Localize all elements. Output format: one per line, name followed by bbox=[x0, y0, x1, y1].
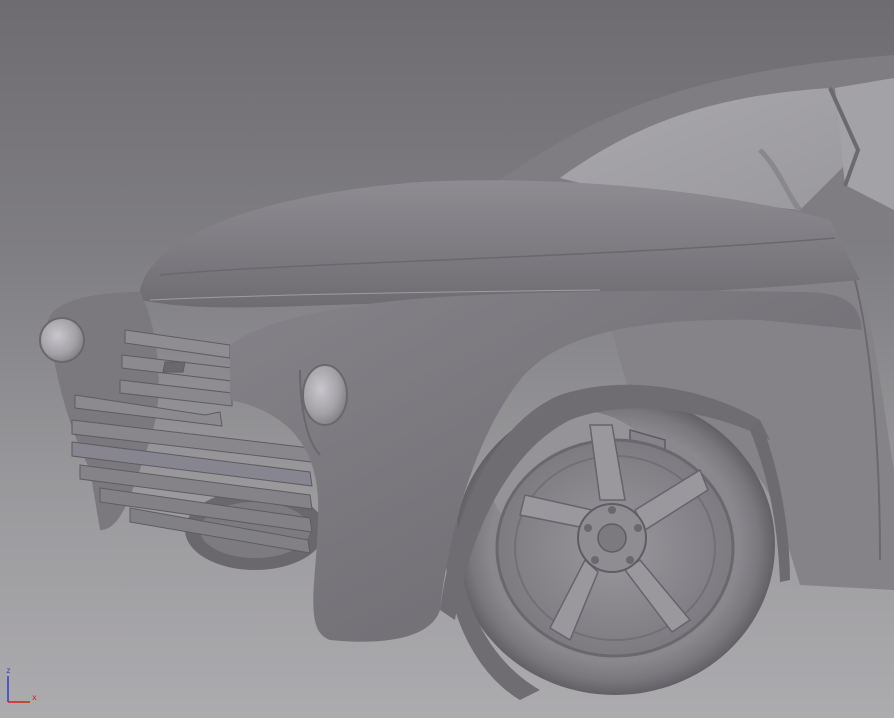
3d-viewport[interactable]: z x bbox=[0, 0, 894, 718]
car-model-render[interactable] bbox=[0, 0, 894, 718]
axis-gizmo: z x bbox=[6, 666, 37, 703]
left-headlight bbox=[39, 317, 85, 363]
z-axis-label: z bbox=[6, 666, 11, 675]
right-headlight bbox=[302, 364, 348, 426]
x-axis-label: x bbox=[32, 693, 37, 702]
front-right-wheel bbox=[444, 395, 775, 700]
